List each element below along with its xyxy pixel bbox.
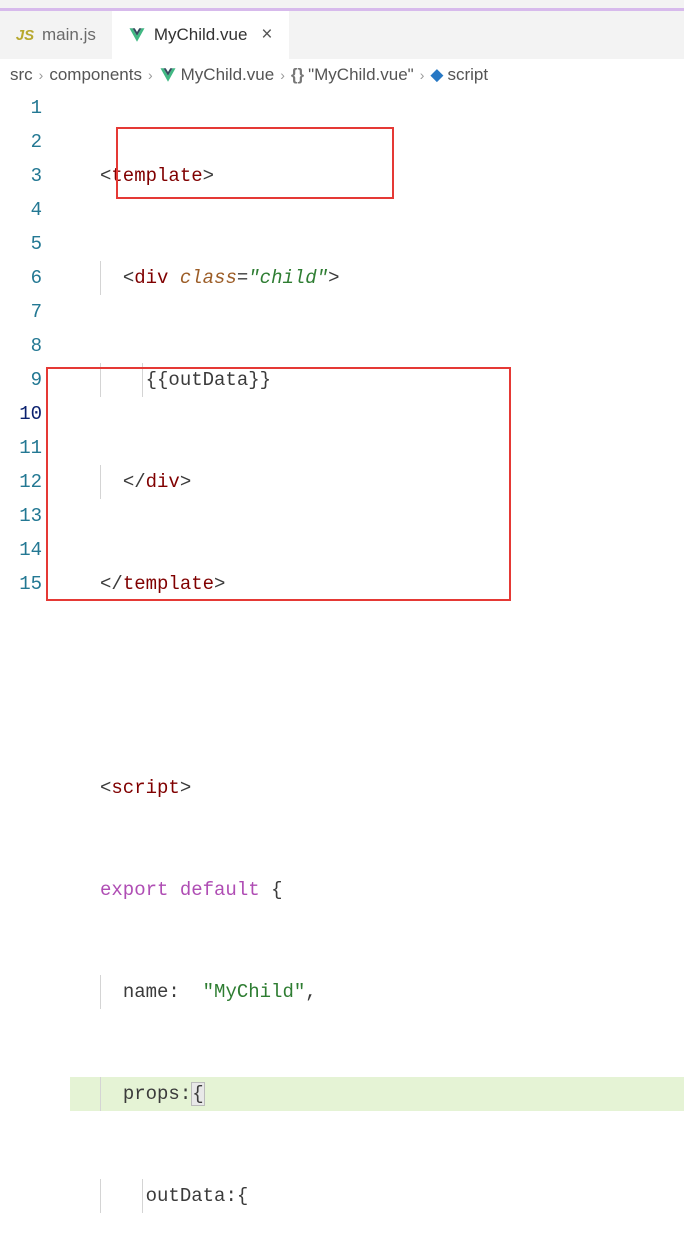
line-number: 7 bbox=[0, 295, 42, 329]
line-number: 13 bbox=[0, 499, 42, 533]
code-area[interactable]: <template> <div class="child"> {{outData… bbox=[70, 91, 684, 1234]
line-number: 12 bbox=[0, 465, 42, 499]
chevron-right-icon: › bbox=[420, 67, 425, 83]
breadcrumb-file-label: MyChild.vue bbox=[181, 65, 275, 85]
code-line[interactable]: </div> bbox=[70, 465, 684, 499]
code-line[interactable]: outData:{ bbox=[70, 1179, 684, 1213]
breadcrumb-script-label: script bbox=[447, 65, 488, 85]
code-line[interactable]: <template> bbox=[70, 159, 684, 193]
line-number: 4 bbox=[0, 193, 42, 227]
breadcrumb-components[interactable]: components bbox=[49, 65, 142, 85]
line-number: 14 bbox=[0, 533, 42, 567]
tab-main-js[interactable]: JS main.js bbox=[0, 11, 112, 59]
code-line[interactable]: export default { bbox=[70, 873, 684, 907]
code-line[interactable]: <script> bbox=[70, 771, 684, 805]
braces-icon: {} bbox=[291, 65, 304, 85]
code-line[interactable]: </template> bbox=[70, 567, 684, 601]
breadcrumb-symbol[interactable]: {} "MyChild.vue" bbox=[291, 65, 414, 85]
line-number: 1 bbox=[0, 91, 42, 125]
code-line[interactable]: name: "MyChild", bbox=[70, 975, 684, 1009]
code-line[interactable]: {{outData}} bbox=[70, 363, 684, 397]
vue-icon bbox=[159, 66, 177, 84]
line-gutter: 1 2 3 4 5 6 7 8 9 10 11 12 13 14 15 bbox=[0, 91, 70, 1234]
chevron-right-icon: › bbox=[280, 67, 285, 83]
line-number: 11 bbox=[0, 431, 42, 465]
code-line[interactable]: <div class="child"> bbox=[70, 261, 684, 295]
code-line[interactable]: props:{ bbox=[70, 1077, 684, 1111]
code-line[interactable] bbox=[70, 669, 684, 703]
breadcrumb[interactable]: src › components › MyChild.vue › {} "MyC… bbox=[0, 59, 684, 91]
breadcrumb-script[interactable]: ◆ script bbox=[430, 65, 488, 85]
line-number: 2 bbox=[0, 125, 42, 159]
tab-mychild-vue[interactable]: MyChild.vue × bbox=[112, 11, 289, 59]
js-icon: JS bbox=[16, 26, 34, 44]
line-number: 15 bbox=[0, 567, 42, 601]
line-number: 10 bbox=[0, 397, 42, 431]
tab-bar: JS main.js MyChild.vue × bbox=[0, 11, 684, 59]
title-bar-strip bbox=[0, 0, 684, 11]
breadcrumb-src[interactable]: src bbox=[10, 65, 33, 85]
line-number: 8 bbox=[0, 329, 42, 363]
cube-icon: ◆ bbox=[430, 65, 443, 85]
tab-label: main.js bbox=[42, 25, 96, 45]
vue-icon bbox=[128, 26, 146, 44]
line-number: 5 bbox=[0, 227, 42, 261]
chevron-right-icon: › bbox=[39, 67, 44, 83]
breadcrumb-file[interactable]: MyChild.vue bbox=[159, 65, 275, 85]
line-number: 3 bbox=[0, 159, 42, 193]
line-number: 9 bbox=[0, 363, 42, 397]
line-number: 6 bbox=[0, 261, 42, 295]
editor[interactable]: 1 2 3 4 5 6 7 8 9 10 11 12 13 14 15 <tem… bbox=[0, 91, 684, 1234]
chevron-right-icon: › bbox=[148, 67, 153, 83]
breadcrumb-symbol-label: "MyChild.vue" bbox=[308, 65, 414, 85]
close-icon[interactable]: × bbox=[261, 24, 272, 46]
tab-label: MyChild.vue bbox=[154, 25, 248, 45]
